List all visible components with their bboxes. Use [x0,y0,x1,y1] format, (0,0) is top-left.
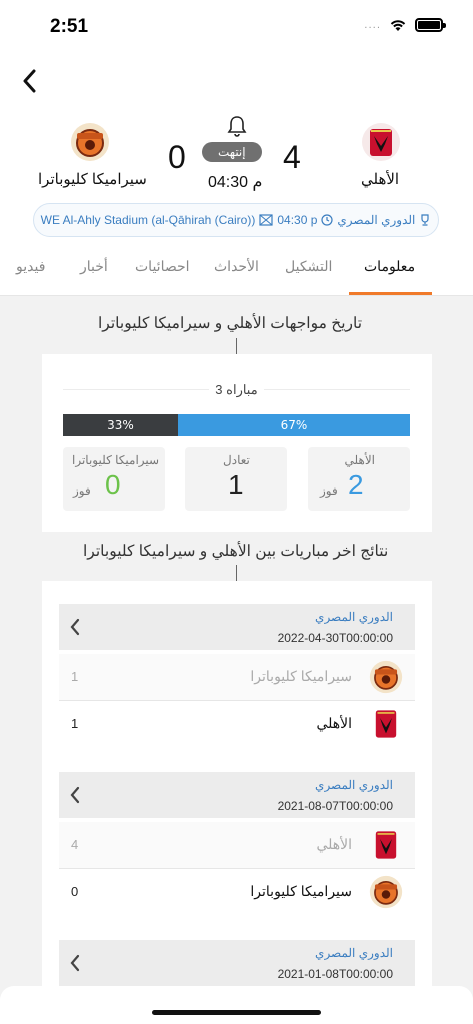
away-team-name[interactable]: سيراميكا كليوباترا [38,170,147,188]
signal-icon: .... [364,19,381,31]
recent-title: نتائج اخر مباريات بين الأهلي و سيراميكا … [83,543,389,560]
match-info-bar[interactable]: WE Al-Ahly Stadium (al-Qāhirah (Cairo)) … [33,203,439,237]
away-wins-count: 0 [105,469,121,500]
draws-label: تعادل [223,453,250,467]
result-team: الأهلي [316,715,352,731]
home-pct: 67% [280,418,308,432]
tab-lineup[interactable]: التشكيل [285,258,332,275]
notification-bell-button[interactable] [227,115,247,141]
tab-info[interactable]: معلومات [364,258,415,275]
ceramica-logo [369,875,403,909]
chevron-left-icon [70,786,80,804]
result-row: سيراميكا كليوباترا 1 [59,654,415,700]
ahly-logo [375,831,397,859]
tab-bar: معلومات التشكيل الأحداث احصائيات أخبار ف… [0,250,473,296]
match-header[interactable]: الدوري المصري 2021-08-07T00:00:00 [59,772,415,818]
stadium-name: WE Al-Ahly Stadium (al-Qāhirah (Cairo)) [40,213,256,227]
match-league: الدوري المصري [315,946,393,960]
result-score: 1 [71,716,79,731]
bottom-bar [0,986,473,1024]
home-wins-box: الأهلي 2 فوز [308,447,410,511]
result-row: سيراميكا كليوباترا 0 [59,869,415,915]
stadium-icon [259,214,273,226]
match-status-badge: إنتهت [202,142,262,162]
h2h-title: تاريخ مواجهات الأهلي و سيراميكا كليوباتر… [98,315,363,332]
away-score: 0 [168,139,186,175]
away-pct: 33% [107,418,134,432]
match-date: 2022-04-30T00:00:00 [277,631,393,645]
match-header[interactable]: الدوري المصري 2021-01-08T00:00:00 [59,940,415,986]
home-team-name[interactable]: الأهلي [361,170,399,188]
recent-match-card[interactable]: الدوري المصري 2021-08-07T00:00:00 الأهلي… [59,772,415,916]
status-icons: .... [364,18,446,32]
match-league: الدوري المصري [315,778,393,792]
chevron-left-icon [70,954,80,972]
result-score: 1 [71,669,79,684]
clock-icon [321,214,334,226]
matches-count-row: 3 مباراه [0,382,473,398]
result-team: الأهلي [316,836,352,852]
battery-icon [415,18,446,32]
section-connector [236,338,237,354]
active-tab-indicator [349,292,432,295]
h2h-bar: 33% 67% [63,414,410,436]
home-indicator[interactable] [152,1010,321,1015]
result-score: 0 [71,884,79,899]
home-score: 4 [283,139,301,175]
chevron-left-icon [23,69,36,93]
section-connector [236,565,237,581]
status-bar: 2:51 .... [0,0,473,50]
home-wins-unit: فوز [320,484,338,498]
result-team: سيراميكا كليوباترا [250,883,352,899]
ahly-logo [362,123,400,161]
league-name: الدوري المصري [337,213,416,227]
match-header[interactable]: الدوري المصري 2022-04-30T00:00:00 [59,604,415,650]
wifi-icon [390,20,406,31]
status-time: 2:51 [50,16,89,37]
home-wins-count: 2 [348,469,364,500]
result-row: الأهلي 4 [59,822,415,868]
match-time: 04:30 p [277,213,318,227]
ceramica-logo [369,660,403,694]
ahly-logo [375,710,397,738]
away-team-logo[interactable] [70,122,110,162]
result-team: سيراميكا كليوباترا [250,668,352,684]
result-row: الأهلي 1 [59,701,415,747]
match-league: الدوري المصري [315,610,393,624]
home-wins-label: الأهلي [344,453,375,467]
tab-events[interactable]: الأحداث [214,258,259,275]
draws-count: 1 [228,469,244,500]
result-score: 4 [71,837,79,852]
away-share-segment: 33% [63,414,178,436]
match-date: 2021-01-08T00:00:00 [277,967,393,981]
trophy-icon [421,214,429,226]
match-date: 2021-08-07T00:00:00 [277,799,393,813]
matches-count: 3 مباراه [209,382,264,397]
bell-icon [227,116,247,137]
away-wins-label: سيراميكا كليوباترا [72,453,160,467]
home-share-segment: 67% [178,414,410,436]
tab-video[interactable]: فيديو [16,258,45,275]
kickoff-time: 04:30 م [208,174,263,191]
ceramica-logo [71,123,109,161]
back-button[interactable] [14,66,44,96]
tab-news[interactable]: أخبار [80,258,108,275]
draws-box: تعادل 1 [185,447,287,511]
chevron-left-icon [70,618,80,636]
recent-match-card[interactable]: الدوري المصري 2021-01-08T00:00:00 [59,940,415,990]
recent-match-card[interactable]: الدوري المصري 2022-04-30T00:00:00 سيرامي… [59,604,415,748]
home-team-logo[interactable] [361,122,401,162]
away-wins-box: سيراميكا كليوباترا 0 فوز [63,447,165,511]
away-wins-unit: فوز [73,484,91,498]
tab-stats[interactable]: احصائيات [135,258,190,275]
